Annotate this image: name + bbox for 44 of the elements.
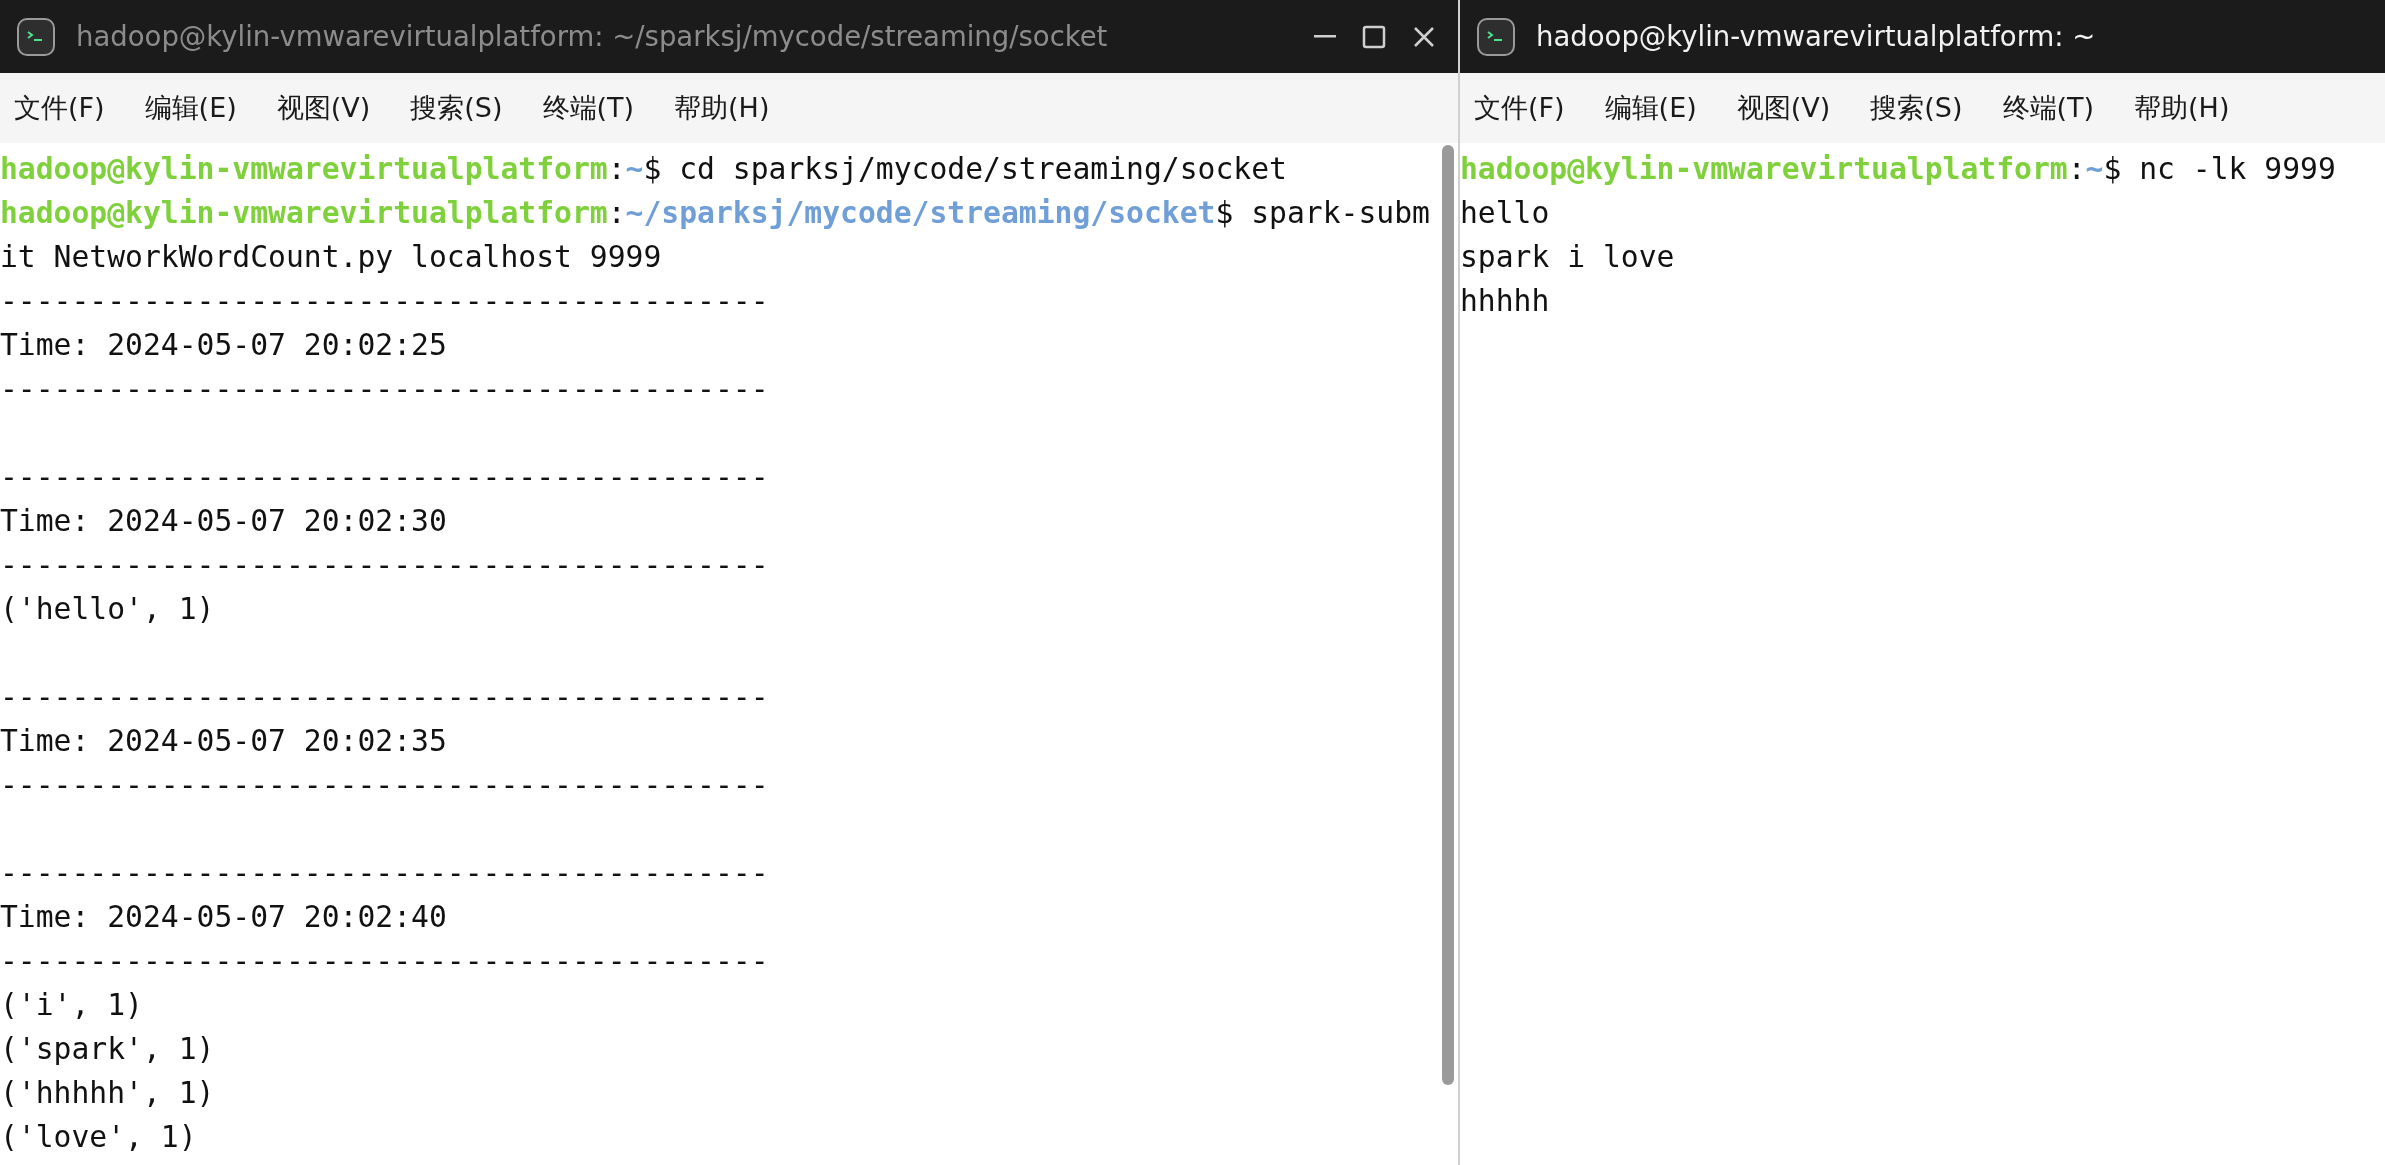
menu-item[interactable]: 编辑(E) — [144, 87, 237, 129]
menu-item[interactable]: 帮助(H) — [674, 87, 770, 129]
terminal-line: ------------------------------------------- — [0, 854, 769, 892]
menu-item[interactable]: 视图(V) — [1736, 87, 1831, 129]
scrollbar[interactable] — [1442, 145, 1454, 1085]
terminal-line: ('i', 1) — [0, 986, 143, 1024]
close-icon[interactable] — [1412, 24, 1436, 49]
terminal-line: ------------------------------------------- — [0, 458, 769, 496]
terminal-line: spark i love — [1460, 238, 1675, 276]
terminal-line: hello — [1460, 194, 1550, 232]
menu-item[interactable]: 搜索(S) — [1870, 87, 1963, 129]
terminal-line: Time: 2024-05-07 20:02:25 — [0, 326, 447, 364]
terminal-line: hadoop@kylin-vmwarevirtualplatform:~$ nc -lk 9999 — [1460, 150, 2336, 188]
terminal-icon — [16, 16, 56, 57]
terminal-line: ------------------------------------------- — [0, 546, 769, 584]
terminal-line: ------------------------------------------- — [0, 678, 769, 716]
terminal-line: hhhhh — [1460, 282, 1550, 320]
window-title: hadoop@kylin-vmwarevirtualplatform: ~ — [1536, 18, 2096, 54]
menu-item[interactable]: 编辑(E) — [1604, 87, 1697, 129]
menu-item[interactable]: 终端(T) — [542, 87, 635, 129]
terminal-line: ------------------------------------------- — [0, 282, 769, 320]
terminal-line: Time: 2024-05-07 20:02:40 — [0, 898, 447, 936]
menu-item[interactable]: 文件(F) — [14, 87, 105, 129]
menu-item[interactable]: 文件(F) — [1474, 87, 1565, 129]
menu-item[interactable]: 视图(V) — [276, 87, 371, 129]
terminal-line: ------------------------------------------- — [0, 942, 769, 980]
terminal-line: hadoop@kylin-vmwarevirtualplatform:~/sparksj/mycode/streaming/socket$ spark-subm — [0, 194, 1430, 232]
maximize-icon[interactable] — [1362, 24, 1386, 49]
terminal-line: ('spark', 1) — [0, 1030, 215, 1068]
menu-item[interactable]: 搜索(S) — [410, 87, 503, 129]
terminal-line: hadoop@kylin-vmwarevirtualplatform:~$ cd sparksj/mycode/streaming/socket — [0, 150, 1287, 188]
terminal-line: ('love', 1) — [0, 1118, 197, 1156]
terminal-icon — [1476, 16, 1516, 57]
terminal-line: it NetworkWordCount.py localhost 9999 — [0, 238, 662, 276]
menu-item[interactable]: 终端(T) — [2002, 87, 2095, 129]
terminal-line: ------------------------------------------- — [0, 766, 769, 804]
terminal-line: ------------------------------------------- — [0, 370, 769, 408]
terminal-line: Time: 2024-05-07 20:02:35 — [0, 722, 447, 760]
menu-item[interactable]: 帮助(H) — [2134, 87, 2230, 129]
terminal-line: Time: 2024-05-07 20:02:30 — [0, 502, 447, 540]
terminal-line: ('hhhhh', 1) — [0, 1074, 215, 1112]
terminal-line: ('hello', 1) — [0, 590, 215, 628]
window-title: hadoop@kylin-vmwarevirtualplatform: ~/sparksj/mycode/streaming/socket — [76, 18, 1108, 54]
minimize-icon[interactable] — [1314, 34, 1336, 39]
